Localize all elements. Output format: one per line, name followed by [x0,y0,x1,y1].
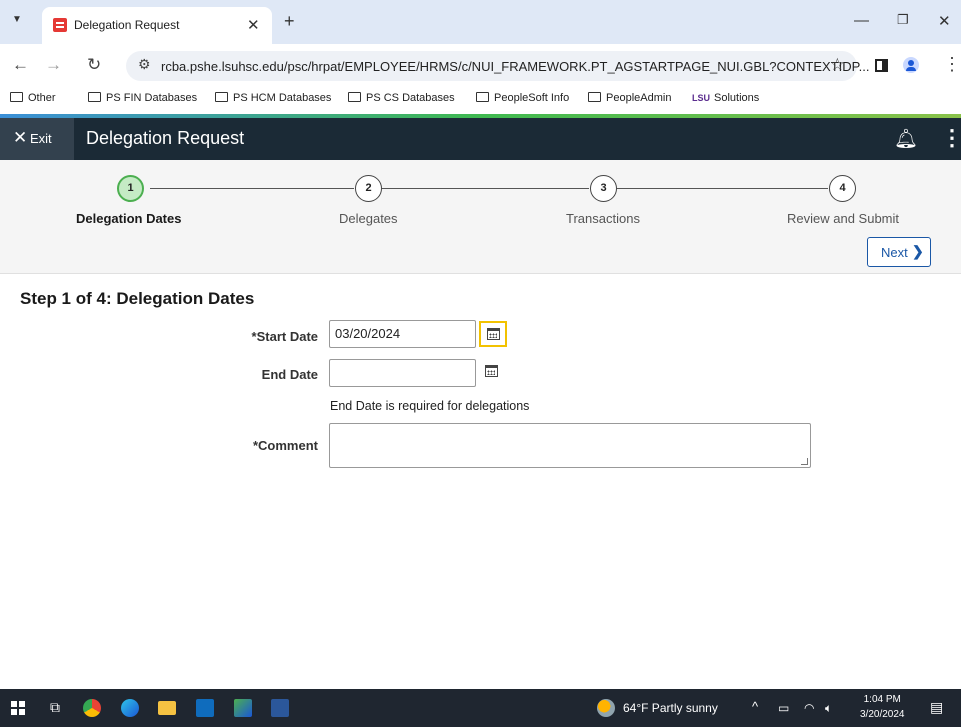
folder-icon [588,92,601,102]
browser-menu-icon[interactable]: ⋮ [943,54,961,75]
lsu-logo-icon: LSU [692,93,710,103]
main-content: Step 1 of 4: Delegation Dates *Start Dat… [0,274,961,689]
step-4-label[interactable]: Review and Submit [787,211,899,226]
step-4-indicator[interactable]: 4 [829,175,856,202]
bookmark-star-icon[interactable]: ☆ [830,55,845,75]
notification-bell-icon[interactable]: 🔔︎ [894,127,918,151]
tab-title: Delegation Request [74,18,180,32]
tab-close-icon[interactable]: ✕ [247,16,260,34]
edge-icon[interactable] [121,699,139,717]
weather-icon[interactable] [597,699,615,717]
task-view-icon[interactable]: ⧉ [50,699,68,717]
next-button[interactable]: Next ❯ [867,237,931,267]
word-icon[interactable] [271,699,289,717]
app-header: ✕ Exit Delegation Request 🔔︎ ⋮ [0,118,961,160]
step-2-label[interactable]: Delegates [339,211,398,226]
start-date-input[interactable]: 03/20/2024 [329,320,476,348]
windows-start-icon[interactable] [11,701,25,715]
step-connector [617,188,828,189]
folder-icon [476,92,489,102]
new-tab-plus-icon[interactable]: + [284,11,295,32]
end-date-calendar-icon[interactable] [479,360,507,386]
reload-icon[interactable]: ↻ [87,55,101,75]
clock-date: 3/20/2024 [860,709,905,720]
folder-icon [10,92,23,102]
url-text[interactable]: rcba.pshe.lsuhsc.edu/psc/hrpat/EMPLOYEE/… [161,59,869,74]
close-x-icon: ✕ [13,128,28,147]
bookmark-ps-hcm-databases[interactable]: PS HCM Databases [215,92,331,104]
step-2-indicator[interactable]: 2 [355,175,382,202]
folder-icon [88,92,101,102]
chrome-icon[interactable] [83,699,101,717]
comment-textarea[interactable] [329,423,811,468]
tab-search-chevron-icon[interactable]: ▼ [9,14,25,30]
start-date-calendar-icon[interactable] [479,321,507,347]
restore-icon[interactable]: ❐ [897,12,909,28]
step-3-label[interactable]: Transactions [566,211,640,226]
weather-text[interactable]: 64°F Partly sunny [623,701,718,715]
windows-taskbar: ⧉ 64°F Partly sunny ^ ▭ ◠ 🔈︎ 1:04 PM 3/2… [0,689,961,727]
folder-icon [348,92,361,102]
notifications-icon[interactable]: ▤ [930,699,943,716]
peoplesoft-favicon-icon [53,18,67,32]
step-connector [150,188,354,189]
resize-handle-icon[interactable] [801,458,808,465]
step-3-indicator[interactable]: 3 [590,175,617,202]
bookmark-peoplesoft-info[interactable]: PeopleSoft Info [476,92,569,104]
side-panel-icon[interactable] [875,59,888,72]
teams-app-icon[interactable] [234,699,252,717]
profile-avatar-icon[interactable] [903,57,919,73]
start-date-label: *Start Date [251,329,318,344]
exit-button[interactable]: ✕ Exit [0,118,74,160]
tray-chevron-up-icon[interactable]: ^ [752,699,758,714]
page-title: Delegation Request [86,128,245,148]
bookmark-other[interactable]: Other [10,92,56,104]
end-date-input[interactable] [329,359,476,387]
browser-tab-strip: ▼ Delegation Request ✕ + — ❐ ✕ [0,0,961,44]
step-1-label[interactable]: Delegation Dates [76,211,181,226]
actions-menu-icon[interactable]: ⋮ [941,125,961,151]
end-date-label: End Date [261,367,318,382]
outlook-icon[interactable] [196,699,214,717]
next-label: Next [881,245,908,260]
end-date-helper-text: End Date is required for delegations [330,399,530,413]
bookmark-ps-cs-databases[interactable]: PS CS Databases [348,92,455,104]
clock-time: 1:04 PM [863,694,901,705]
folder-icon [215,92,228,102]
step-progress: 1 2 3 4 Delegation Dates Delegates Trans… [0,160,961,274]
forward-arrow-icon[interactable]: → [45,55,62,75]
step-heading: Step 1 of 4: Delegation Dates [20,289,255,308]
site-info-icon[interactable]: ⚙ [138,56,151,73]
bookmarks-bar: Other PS FIN Databases PS HCM Databases … [0,86,961,114]
window-close-icon[interactable]: ✕ [938,12,951,30]
taskbar-clock[interactable]: 1:04 PM 3/20/2024 [860,692,905,722]
step-connector [382,188,589,189]
back-arrow-icon[interactable]: ← [12,55,29,75]
address-toolbar: ← → ↻ ⚙ rcba.pshe.lsuhsc.edu/psc/hrpat/E… [0,44,961,86]
battery-icon[interactable]: ▭ [778,701,789,715]
bookmark-solutions[interactable]: LSU Solutions [692,92,759,104]
file-explorer-icon[interactable] [158,701,176,715]
bookmark-peopleadmin[interactable]: PeopleAdmin [588,92,671,104]
wifi-icon[interactable]: ◠ [804,701,814,715]
url-bar[interactable]: ⚙ rcba.pshe.lsuhsc.edu/psc/hrpat/EMPLOYE… [126,51,869,81]
bookmark-ps-fin-databases[interactable]: PS FIN Databases [88,92,197,104]
minimize-icon[interactable]: — [854,12,869,29]
exit-label: Exit [30,131,52,146]
comment-label: *Comment [252,438,318,453]
browser-tab[interactable]: Delegation Request ✕ [42,7,272,44]
step-1-indicator[interactable]: 1 [117,175,144,202]
chevron-right-icon: ❯ [912,243,924,259]
volume-icon[interactable]: 🔈︎ [825,701,832,716]
